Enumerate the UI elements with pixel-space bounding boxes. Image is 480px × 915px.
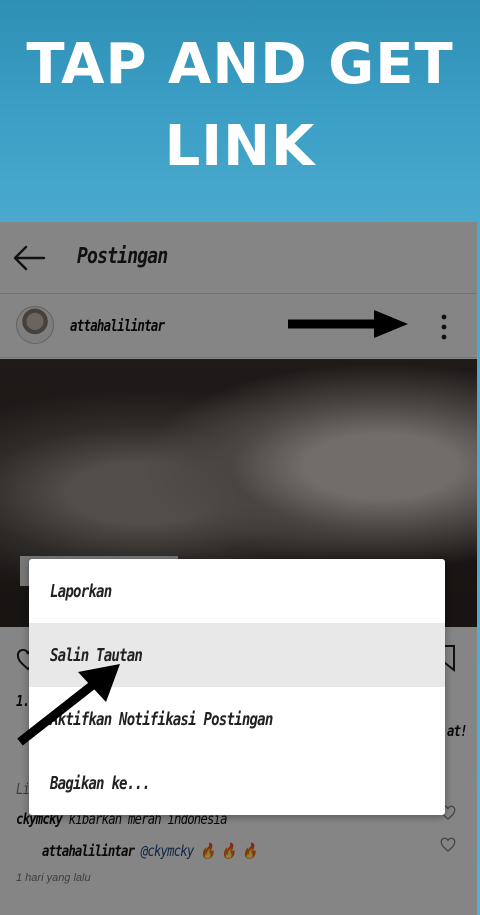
phone-screen: Postingan attahalilintar 1.2 at! Li ckym…: [0, 222, 477, 915]
menu-item-label: Bagikan ke...: [50, 772, 151, 794]
menu-item-label: Laporkan: [50, 580, 112, 602]
arrow-pointer-icon: [17, 664, 120, 746]
arrow-pointer-icon: [288, 310, 408, 338]
menu-item-report[interactable]: Laporkan: [29, 559, 445, 623]
banner-title: TAP AND GET LINK: [26, 32, 454, 179]
menu-item-share[interactable]: Bagikan ke...: [29, 751, 445, 815]
promo-banner: TAP AND GET LINK: [0, 0, 480, 222]
